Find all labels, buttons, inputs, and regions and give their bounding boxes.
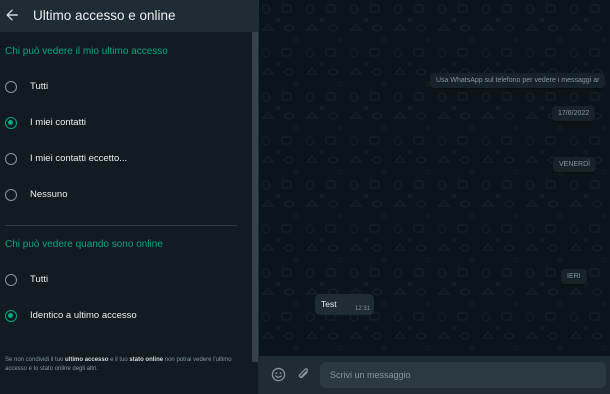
chat-background-pattern xyxy=(258,0,610,356)
online-option-everyone[interactable]: Tutti xyxy=(0,266,250,294)
message-text: Test xyxy=(321,299,337,309)
radio-button-selected[interactable] xyxy=(5,117,17,129)
panel-divider xyxy=(258,0,259,394)
phone-notice-banner: Usa WhatsApp sul telefono per vedere i m… xyxy=(430,73,606,88)
radio-button-selected[interactable] xyxy=(5,310,17,322)
last-seen-section-title: Chi può vedere il mio ultimo accesso xyxy=(5,46,168,57)
footnote-text: e il tuo xyxy=(108,357,130,363)
page-title: Ultimo accesso e online xyxy=(33,8,176,23)
option-label: Tutti xyxy=(30,81,49,92)
last-seen-option-contacts-except[interactable]: I miei contatti eccetto... xyxy=(0,145,250,173)
last-seen-option-my-contacts[interactable]: I miei contatti xyxy=(0,109,250,137)
footnote-text: Se non condividi il tuo xyxy=(5,357,66,363)
radio-button[interactable] xyxy=(5,189,17,201)
message-time: 12:31 xyxy=(354,306,370,312)
message-input[interactable] xyxy=(320,362,606,388)
footnote-bold: ultimo accesso xyxy=(65,357,109,363)
date-separator: 17/6/2022 xyxy=(552,106,596,121)
option-label: Tutti xyxy=(30,274,49,285)
option-label: I miei contatti xyxy=(30,117,86,128)
paperclip-icon[interactable] xyxy=(297,367,311,382)
option-label: I miei contatti eccetto... xyxy=(30,153,128,164)
section-divider xyxy=(5,225,237,226)
incoming-message[interactable]: Test 12:31 xyxy=(315,294,374,315)
last-seen-option-nobody[interactable]: Nessuno xyxy=(0,181,250,209)
date-separator: VENERDÌ xyxy=(553,157,597,172)
panel-header: Ultimo accesso e online xyxy=(0,0,258,32)
last-seen-option-everyone[interactable]: Tutti xyxy=(0,73,250,101)
radio-button[interactable] xyxy=(5,81,17,93)
online-section-title: Chi può vedere quando sono online xyxy=(5,239,163,250)
chat-area xyxy=(258,0,610,394)
whatsapp-web-app: Ultimo accesso e online Chi può vedere i… xyxy=(0,0,610,394)
option-label: Nessuno xyxy=(30,189,68,200)
settings-panel: Ultimo accesso e online Chi può vedere i… xyxy=(0,0,258,394)
radio-button[interactable] xyxy=(5,274,17,286)
option-label: Identico a ultimo accesso xyxy=(30,310,137,321)
emoji-icon[interactable] xyxy=(271,367,286,382)
date-separator: IERI xyxy=(561,269,587,284)
privacy-footnote: Se non condividi il tuo ultimo accesso e… xyxy=(5,356,249,373)
online-option-same-as-last-seen[interactable]: Identico a ultimo accesso xyxy=(0,302,250,330)
radio-button[interactable] xyxy=(5,153,17,165)
message-composer xyxy=(258,356,610,394)
footnote-bold: stato online xyxy=(129,357,164,363)
back-arrow-icon[interactable] xyxy=(5,8,19,22)
